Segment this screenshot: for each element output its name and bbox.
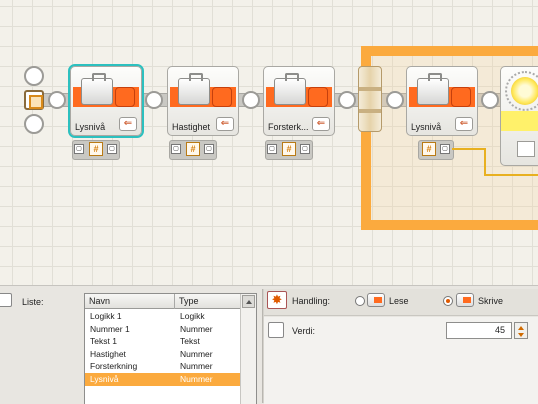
- loop-start-pipe[interactable]: [358, 66, 382, 132]
- number-icon: #: [422, 142, 436, 156]
- variable-list[interactable]: Navn Type Logikk 1 Logikk Nummer 1 Nummer …: [84, 293, 257, 404]
- item-type: Nummer: [180, 348, 213, 359]
- value-label: Verdi:: [292, 326, 316, 336]
- lamp-block[interactable]: [500, 66, 538, 166]
- stepper-down-icon[interactable]: [518, 333, 524, 337]
- beam-connector: [338, 91, 356, 109]
- plug-out-icon[interactable]: ▢: [440, 144, 450, 154]
- data-plug-icon: [451, 87, 471, 107]
- column-header-type[interactable]: Type: [175, 294, 241, 309]
- item-name: Hastighet: [90, 348, 126, 359]
- suitcase-icon: [81, 73, 113, 105]
- scroll-up-icon[interactable]: [242, 295, 255, 308]
- beam-connector: [145, 91, 163, 109]
- write-arrow-icon[interactable]: ⇐: [216, 117, 234, 131]
- block-label: Lysnivå: [411, 122, 442, 132]
- write-radio[interactable]: [443, 296, 453, 306]
- suitcase-icon: [0, 293, 12, 307]
- start-point[interactable]: [23, 66, 45, 136]
- data-wire[interactable]: [484, 174, 538, 176]
- beam-connector: [481, 91, 499, 109]
- item-type: Logikk: [180, 311, 205, 321]
- data-hub[interactable]: ▢ # ▢: [169, 136, 217, 164]
- block-label: Forsterk...: [268, 122, 309, 132]
- data-hub[interactable]: # ▢: [418, 136, 454, 164]
- action-label: Handling:: [292, 296, 331, 306]
- list-item[interactable]: Forsterkning Nummer: [85, 360, 241, 373]
- start-port-bottom[interactable]: [24, 114, 44, 134]
- program-canvas[interactable]: Lysnivå ⇐ ▢ # ▢ Hastighet ⇐ ▢ # ▢ Forste…: [0, 0, 538, 285]
- list-item[interactable]: Hastighet Nummer: [85, 348, 241, 361]
- item-type: Nummer: [180, 361, 213, 372]
- plug-out-icon[interactable]: ▢: [300, 144, 310, 154]
- write-arrow-icon: [456, 293, 474, 307]
- list-header: Navn Type: [85, 294, 241, 309]
- variable-block[interactable]: Lysnivå ⇐: [406, 66, 478, 136]
- item-name: Forsterkning: [90, 361, 138, 372]
- write-label[interactable]: Skrive: [478, 296, 503, 306]
- value-stepper[interactable]: [514, 322, 528, 339]
- item-type: Nummer: [180, 373, 213, 384]
- number-icon: #: [186, 142, 200, 156]
- plug-in-icon[interactable]: ▢: [74, 144, 84, 154]
- variable-block[interactable]: Forsterk... ⇐: [263, 66, 335, 136]
- list-item[interactable]: Tekst 1 Tekst: [85, 335, 241, 348]
- read-label[interactable]: Lese: [389, 296, 409, 306]
- plug-in-icon[interactable]: ▢: [267, 144, 277, 154]
- beam-connector: [386, 91, 404, 109]
- list-item[interactable]: Nummer 1 Nummer: [85, 323, 241, 336]
- block-band: [501, 111, 538, 131]
- data-plug-icon: [115, 87, 135, 107]
- read-arrow-icon: [367, 293, 385, 307]
- data-hub[interactable]: ▢ # ▢: [72, 136, 120, 164]
- beam-connector: [242, 91, 260, 109]
- start-icon: [24, 90, 44, 110]
- data-hub[interactable]: ▢ # ▢: [265, 136, 313, 164]
- column-header-name[interactable]: Navn: [85, 294, 175, 309]
- light-bulb-icon: [505, 71, 538, 111]
- block-label: Hastighet: [172, 122, 211, 132]
- beam-connector: [48, 91, 66, 109]
- value-port-icon: [268, 322, 284, 338]
- number-icon: #: [89, 142, 103, 156]
- block-label: Lysnivå: [75, 122, 106, 132]
- list-item[interactable]: Logikk 1 Logikk: [85, 310, 241, 323]
- list-label: Liste:: [22, 297, 44, 307]
- plug-out-icon[interactable]: ▢: [107, 144, 117, 154]
- suitcase-icon: [178, 73, 210, 105]
- variable-block[interactable]: Lysnivå ⇐: [68, 64, 144, 138]
- plug-out-icon[interactable]: ▢: [204, 144, 214, 154]
- item-type: Nummer: [180, 323, 213, 334]
- data-plug-icon: [212, 87, 232, 107]
- star-icon: ✸: [267, 291, 287, 309]
- list-item-selected[interactable]: Lysnivå Nummer: [85, 372, 241, 386]
- item-name: Nummer 1: [90, 323, 130, 334]
- read-radio[interactable]: [355, 296, 365, 306]
- suitcase-icon: [417, 73, 449, 105]
- data-wire[interactable]: [484, 148, 486, 176]
- variable-block[interactable]: Hastighet ⇐: [167, 66, 239, 136]
- start-port-top[interactable]: [24, 66, 44, 86]
- write-arrow-icon[interactable]: ⇐: [455, 117, 473, 131]
- data-plug-icon: [308, 87, 328, 107]
- write-arrow-icon[interactable]: ⇐: [312, 117, 330, 131]
- plug-in-icon[interactable]: ▢: [171, 144, 181, 154]
- list-rows: Logikk 1 Logikk Nummer 1 Nummer Tekst 1 Tek…: [85, 310, 241, 386]
- item-name: Lysnivå: [90, 373, 119, 384]
- list-scrollbar[interactable]: [240, 294, 256, 404]
- write-arrow-icon[interactable]: ⇐: [119, 117, 137, 131]
- item-name: Tekst 1: [90, 336, 117, 347]
- item-name: Logikk 1: [90, 311, 122, 321]
- stepper-up-icon[interactable]: [518, 326, 524, 330]
- item-type: Tekst: [180, 336, 200, 347]
- suitcase-icon: [274, 73, 306, 105]
- number-icon: #: [282, 142, 296, 156]
- lamp-port-icon[interactable]: [517, 141, 535, 157]
- data-wire[interactable]: [452, 148, 486, 150]
- value-field[interactable]: 45: [446, 322, 512, 339]
